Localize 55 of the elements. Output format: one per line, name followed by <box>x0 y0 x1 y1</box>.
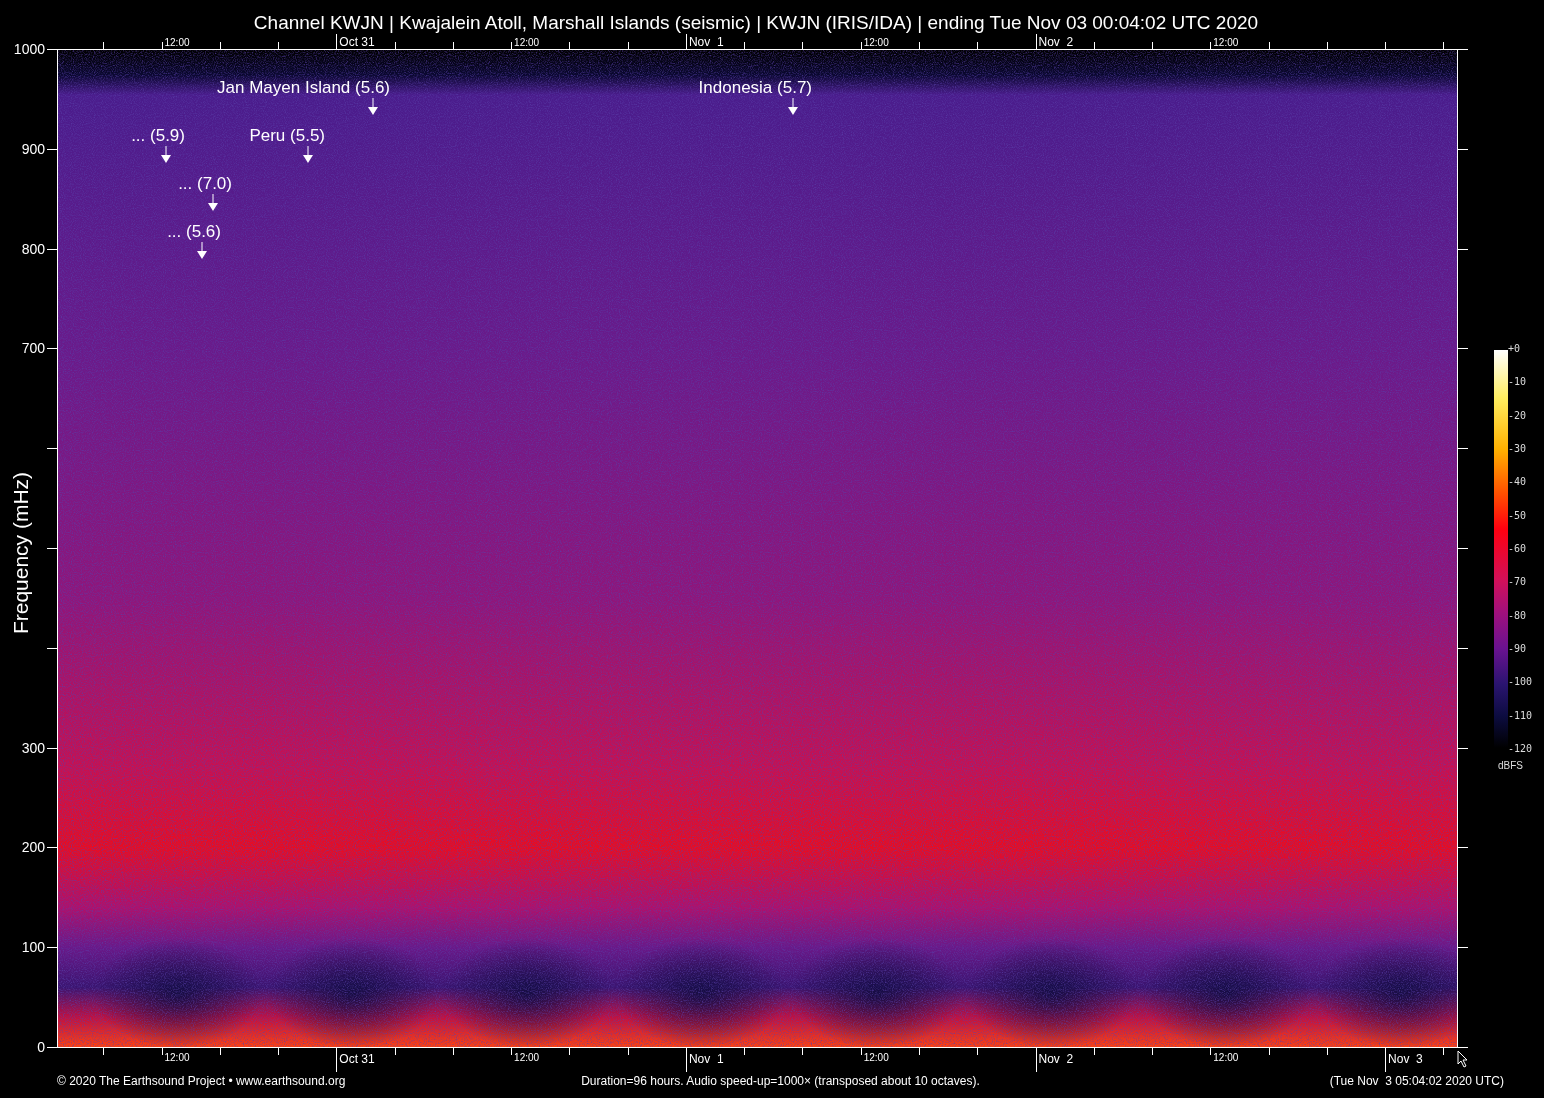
chart-title: Channel KWJN | Kwajalein Atoll, Marshall Islands (seismic) | KWJN (IRIS/IDA) | ending Tue Nov 03 00:04:02 UTC 2020 <box>253 12 1259 34</box>
note-text: Duration=96 hours. Audio speed-up=1000× (transposed about 10 octaves). <box>581 1074 980 1088</box>
timestamp-text: (Tue Nov 3 05:04:02 2020 UTC) <box>1329 1074 1504 1088</box>
axis-label: 300 <box>21 740 45 755</box>
date-label: Oct 31 <box>339 1053 375 1065</box>
axis-label: 700 <box>21 341 45 356</box>
date-label: Nov 1 <box>688 1053 724 1065</box>
colorbar-label: -20 <box>1508 410 1528 421</box>
event-label: Indonesia (5.7) <box>698 78 812 98</box>
time-label: 12:00 <box>1213 38 1239 48</box>
axis-label: 800 <box>21 241 45 256</box>
axis-label: 0 <box>37 1040 45 1054</box>
arrow-icon <box>303 146 313 163</box>
colorbar-label: -50 <box>1508 510 1528 521</box>
colorbar-label: -40 <box>1508 477 1528 488</box>
credit-text: © 2020 The Earthsound Project • www.earthsound.org <box>57 1074 346 1088</box>
cursor-icon <box>1457 1050 1469 1068</box>
time-label: 12:00 <box>863 1053 889 1063</box>
colorbar-label: -60 <box>1508 543 1528 554</box>
date-label: Nov 2 <box>1038 36 1074 48</box>
date-label: Nov 1 <box>688 36 724 48</box>
arrow-icon <box>208 194 218 211</box>
colorbar-unit: dBFS <box>1498 760 1523 771</box>
event-label: Jan Mayen Island (5.6) <box>217 78 390 98</box>
time-label: 12:00 <box>1213 1053 1239 1063</box>
colorbar-label: -30 <box>1508 444 1528 454</box>
colorbar-label: -70 <box>1508 577 1528 588</box>
time-label: 12:00 <box>514 38 540 48</box>
arrow-icon <box>161 146 171 163</box>
event-label: ... (5.9) <box>131 126 185 146</box>
axis-label: 200 <box>21 840 45 855</box>
axis-label: 100 <box>21 940 45 955</box>
colorbar-label: +0 <box>1508 344 1522 354</box>
event-label: Peru (5.5) <box>249 126 325 146</box>
event-label: ... (5.6) <box>167 222 221 242</box>
date-label: Oct 31 <box>339 36 375 48</box>
arrow-icon <box>788 98 798 115</box>
colorbar-label: -80 <box>1508 610 1528 621</box>
axis-label: 900 <box>21 141 45 156</box>
arrow-icon <box>197 242 207 259</box>
colorbar-label: -110 <box>1508 710 1533 721</box>
time-label: 12:00 <box>164 1053 190 1063</box>
time-label: 12:00 <box>863 38 889 48</box>
colorbar-label: -100 <box>1508 677 1533 688</box>
time-label: 12:00 <box>164 38 190 48</box>
arrow-icon <box>368 98 378 115</box>
event-label: ... (7.0) <box>178 174 232 194</box>
axis-label: 1000 <box>13 42 45 56</box>
date-label: Nov 2 <box>1038 1053 1074 1065</box>
axis-title: Frequency (mHz) <box>9 470 33 637</box>
date-label: Nov 3 <box>1388 1053 1423 1065</box>
colorbar-label: -90 <box>1508 643 1528 654</box>
colorbar-label: -120 <box>1508 743 1533 754</box>
time-label: 12:00 <box>514 1053 540 1063</box>
colorbar-label: -10 <box>1508 377 1528 388</box>
